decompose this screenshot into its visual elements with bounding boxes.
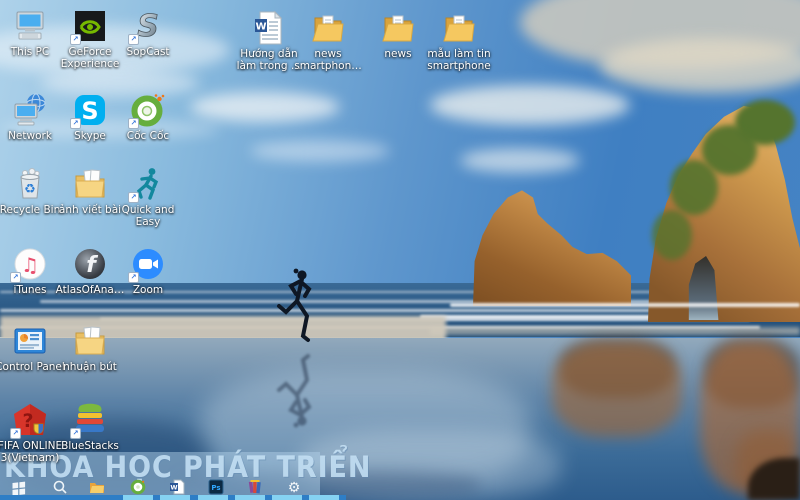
- sopcast-icon: S↗: [130, 8, 166, 44]
- svg-text:♫: ♫: [21, 253, 39, 277]
- shortcut-arrow-icon: ↗: [128, 34, 139, 45]
- desktop-icon-label: news smartphon…: [290, 48, 366, 72]
- shortcut-arrow-icon: ↗: [10, 272, 21, 283]
- desktop-icon-geforce-experience[interactable]: ↗GeForce Experience: [57, 8, 123, 70]
- desktop-icon-label: Cốc Cốc: [110, 130, 186, 142]
- shortcut-arrow-icon: ↗: [70, 428, 81, 439]
- shortcut-arrow-icon: ↗: [128, 192, 139, 203]
- shortcut-arrow-icon: ↗: [128, 272, 139, 283]
- shortcut-arrow-icon: ↗: [10, 428, 21, 439]
- quick-and-easy-icon: ↗: [130, 166, 166, 202]
- desktop-icon-coc-coc[interactable]: ↗Cốc Cốc: [115, 92, 181, 142]
- this-pc-icon: [12, 8, 48, 44]
- desktop-icon-quick-and-easy[interactable]: ↗Quick and Easy: [115, 166, 181, 228]
- desktop-icon-label: BlueStacks: [52, 440, 128, 452]
- desktop-icon-label: Zoom: [110, 284, 186, 296]
- anh-viet-bai-icon: [72, 166, 108, 202]
- svg-text:♻: ♻: [24, 182, 36, 197]
- shortcut-arrow-icon: ↗: [70, 118, 81, 129]
- desktop-icon-bluestacks[interactable]: ↗BlueStacks: [57, 402, 123, 452]
- svg-text:?: ?: [22, 410, 33, 432]
- desktop-icon-nhuan-but[interactable]: nhuận bút: [57, 323, 123, 373]
- desktop-icon-news-smartphone-folder[interactable]: news smartphon…: [295, 10, 361, 72]
- desktop-icon-fifa-online-3[interactable]: ?↗FIFA ONLINE 3(Vietnam): [0, 402, 63, 464]
- desktop-icon-mau-lam-tin-folder[interactable]: mẫu làm tin smartphone: [426, 10, 492, 72]
- svg-text:W: W: [255, 22, 266, 33]
- windows-desktop: KHOA HỌC PHÁT TRIỂN WPs⚙ This PC↗GeForce…: [0, 0, 800, 500]
- news-smartphone-folder-icon: [310, 10, 346, 46]
- desktop-icon-label: nhuận bút: [52, 361, 128, 373]
- shortcut-arrow-icon: ↗: [128, 118, 139, 129]
- bluestacks-icon: ↗: [72, 402, 108, 438]
- svg-text:S: S: [81, 97, 98, 125]
- desktop-icon-label: Quick and Easy: [110, 204, 186, 228]
- desktop-icon-zoom[interactable]: ↗Zoom: [115, 246, 181, 296]
- geforce-experience-icon: ↗: [72, 8, 108, 44]
- zoom-icon: ↗: [130, 246, 166, 282]
- fifa-online-3-icon: ?↗: [12, 402, 48, 438]
- svg-text:S: S: [137, 9, 159, 44]
- recycle-bin-icon: ♻: [12, 166, 48, 202]
- mau-lam-tin-folder-icon: [441, 10, 477, 46]
- atlas-of-ana-icon: f: [72, 246, 108, 282]
- skype-icon: S↗: [72, 92, 108, 128]
- network-icon: [12, 92, 48, 128]
- nhuan-but-icon: [72, 323, 108, 359]
- shortcut-arrow-icon: ↗: [70, 34, 81, 45]
- desktop-icon-label: SopCast: [110, 46, 186, 58]
- coc-coc-icon: ↗: [130, 92, 166, 128]
- control-panel-icon: [12, 323, 48, 359]
- news-folder-icon: [380, 10, 416, 46]
- desktop-icons-layer: This PC↗GeForce ExperienceS↗SopCastWHướn…: [0, 0, 800, 500]
- huong-dan-doc-icon: W: [251, 10, 287, 46]
- desktop-icon-sopcast[interactable]: S↗SopCast: [115, 8, 181, 58]
- desktop-icon-label: mẫu làm tin smartphone: [421, 48, 497, 72]
- itunes-icon: ♫↗: [12, 246, 48, 282]
